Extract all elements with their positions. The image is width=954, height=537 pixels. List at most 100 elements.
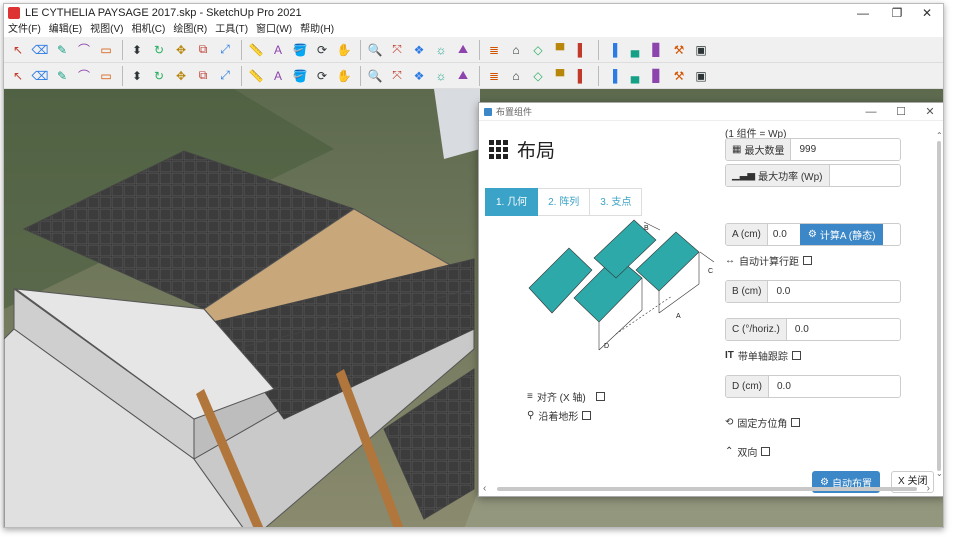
tab-array[interactable]: 2. 阵列 [538,188,591,216]
plugin-j-icon[interactable]: 📏 [246,66,266,86]
style-f-icon[interactable]: ▊ [647,66,667,86]
rotate-icon[interactable]: ↻ [149,40,169,60]
menu-view[interactable]: 视图(V) [86,23,127,37]
left-icon[interactable]: ▊ [647,40,667,60]
zoom-extents-icon[interactable]: ⤧ [387,40,407,60]
style-a-icon[interactable]: ◇ [528,66,548,86]
bidirectional-checkbox[interactable] [761,447,771,456]
style-h-icon[interactable]: ▣ [691,66,711,86]
style-c-icon[interactable]: ▌ [572,66,592,86]
pencil-icon[interactable]: ✎ [52,40,72,60]
auto-row-option[interactable]: ↔ 自动计算行距 [725,253,812,268]
scroll-left-icon[interactable]: ‹ [483,483,486,494]
maximize-button[interactable]: ❐ [880,4,914,22]
max-count-input[interactable]: 999 [791,139,900,160]
solid-f-icon[interactable]: ≣ [484,66,504,86]
solid-g-icon[interactable]: ⌂ [506,66,526,86]
solid-d-icon[interactable]: ☼ [431,66,451,86]
solid-e-icon[interactable]: ⛰ [453,66,473,86]
auto-row-checkbox[interactable] [803,256,812,265]
scroll-right-icon[interactable]: › [927,483,930,494]
solid-a-icon[interactable]: 🔍 [365,66,385,86]
style-b-icon[interactable]: ▀ [550,66,570,86]
menu-edit[interactable]: 编辑(E) [45,23,86,37]
plugin-d-icon[interactable]: ⌒ [74,66,94,86]
iso-icon[interactable]: ◇ [528,40,548,60]
follow-terrain-option[interactable]: ⚲ 沿着地形 [527,408,592,423]
dialog-maximize-button[interactable]: ☐ [886,103,916,121]
fixed-azimuth-option[interactable]: ⟲ 固定方位角 [725,415,801,430]
vertical-scroll-thumb[interactable] [937,141,941,471]
calc-a-button[interactable]: ⚙ 计算A (静态) [799,224,884,245]
minimize-button[interactable]: — [846,4,880,22]
tab-support[interactable]: 3. 支点 [590,188,643,216]
pan-icon[interactable]: ✋ [334,40,354,60]
push-pull-icon[interactable]: ⬍ [127,40,147,60]
a-input[interactable]: 0.0 [767,224,800,245]
layers-icon[interactable]: ≣ [484,40,504,60]
fixed-azimuth-checkbox[interactable] [791,418,801,427]
align-x-checkbox[interactable] [595,392,605,401]
sandbox-icon[interactable]: ▣ [691,40,711,60]
top-icon[interactable]: ▀ [550,40,570,60]
menu-tools[interactable]: 工具(T) [211,23,252,37]
b-input[interactable]: 0.0 [768,281,900,302]
component-icon[interactable]: ❖ [409,40,429,60]
plugin-h-icon[interactable]: ⧉ [193,66,213,86]
menu-file[interactable]: 文件(F) [4,23,45,37]
terrain-icon[interactable]: ⛰ [453,40,473,60]
right-icon[interactable]: ▐ [603,40,623,60]
plugin-f-icon[interactable]: ↻ [149,66,169,86]
eraser-icon[interactable]: ⌫ [30,40,50,60]
solid-c-icon[interactable]: ❖ [409,66,429,86]
offset-icon[interactable]: ⧉ [193,40,213,60]
menu-camera[interactable]: 相机(C) [127,23,169,37]
arrow-icon[interactable]: ↖ [8,40,28,60]
plugin-k-icon[interactable]: A [268,66,288,86]
plugin-i-icon[interactable]: ⤢ [215,66,235,86]
bidirectional-option[interactable]: ⌃ 双向 [725,444,771,459]
ruler-icon[interactable]: ⟳ [312,66,332,86]
arc-icon[interactable]: ⌒ [74,40,94,60]
eye-icon[interactable]: 🪣 [290,66,310,86]
style-e-icon[interactable]: ▄ [625,66,645,86]
style-d-icon[interactable]: ▐ [603,66,623,86]
plugin-e-icon[interactable]: ▭ [96,66,116,86]
extension-icon[interactable]: ⚒ [669,40,689,60]
zoom-icon[interactable]: 🔍 [365,40,385,60]
rectangle-icon[interactable]: ▭ [96,40,116,60]
dialog-close-button[interactable]: ✕ [915,103,943,121]
close-button[interactable]: ✕ [910,4,943,22]
info-icon[interactable]: ⬍ [127,66,147,86]
horizontal-scroll-thumb[interactable] [497,487,917,491]
solar-icon[interactable]: ☼ [431,40,451,60]
menu-window[interactable]: 窗口(W) [252,23,296,37]
scale-icon[interactable]: ⤢ [215,40,235,60]
single-axis-checkbox[interactable] [791,351,801,360]
plugin-g-icon[interactable]: ✥ [171,66,191,86]
plugin-a-icon[interactable]: ↖ [8,66,28,86]
align-x-option[interactable]: ≡ 对齐 (X 轴) [527,389,605,404]
solid-b-icon[interactable]: ⤧ [387,66,407,86]
menu-draw[interactable]: 绘图(R) [169,23,211,37]
orbit-icon[interactable]: ⟳ [312,40,332,60]
move-icon[interactable]: ✥ [171,40,191,60]
single-axis-option[interactable]: IT 带单轴跟踪 [725,348,801,363]
dialog-vertical-scrollbar[interactable]: ⌃ ⌄ [934,121,943,481]
max-power-input[interactable] [829,165,900,186]
c-input[interactable]: 0.0 [786,319,900,340]
follow-terrain-checkbox[interactable] [582,411,592,420]
plugin-b-icon[interactable]: ⌫ [30,66,50,86]
dialog-horizontal-scrollbar[interactable]: ‹ › [479,482,943,496]
paint-icon[interactable]: 🪣 [290,40,310,60]
style-g-icon[interactable]: ⚒ [669,66,689,86]
tab-geometry[interactable]: 1. 几何 [485,188,539,216]
tape-icon[interactable]: 📏 [246,40,266,60]
dialog-minimize-button[interactable]: — [856,103,886,121]
front-icon[interactable]: ▌ [572,40,592,60]
plugin-l-icon[interactable]: ✋ [334,66,354,86]
d-input[interactable]: 0.0 [769,376,900,397]
warehouse-icon[interactable]: ⌂ [506,40,526,60]
back-icon[interactable]: ▄ [625,40,645,60]
plugin-c-icon[interactable]: ✎ [52,66,72,86]
